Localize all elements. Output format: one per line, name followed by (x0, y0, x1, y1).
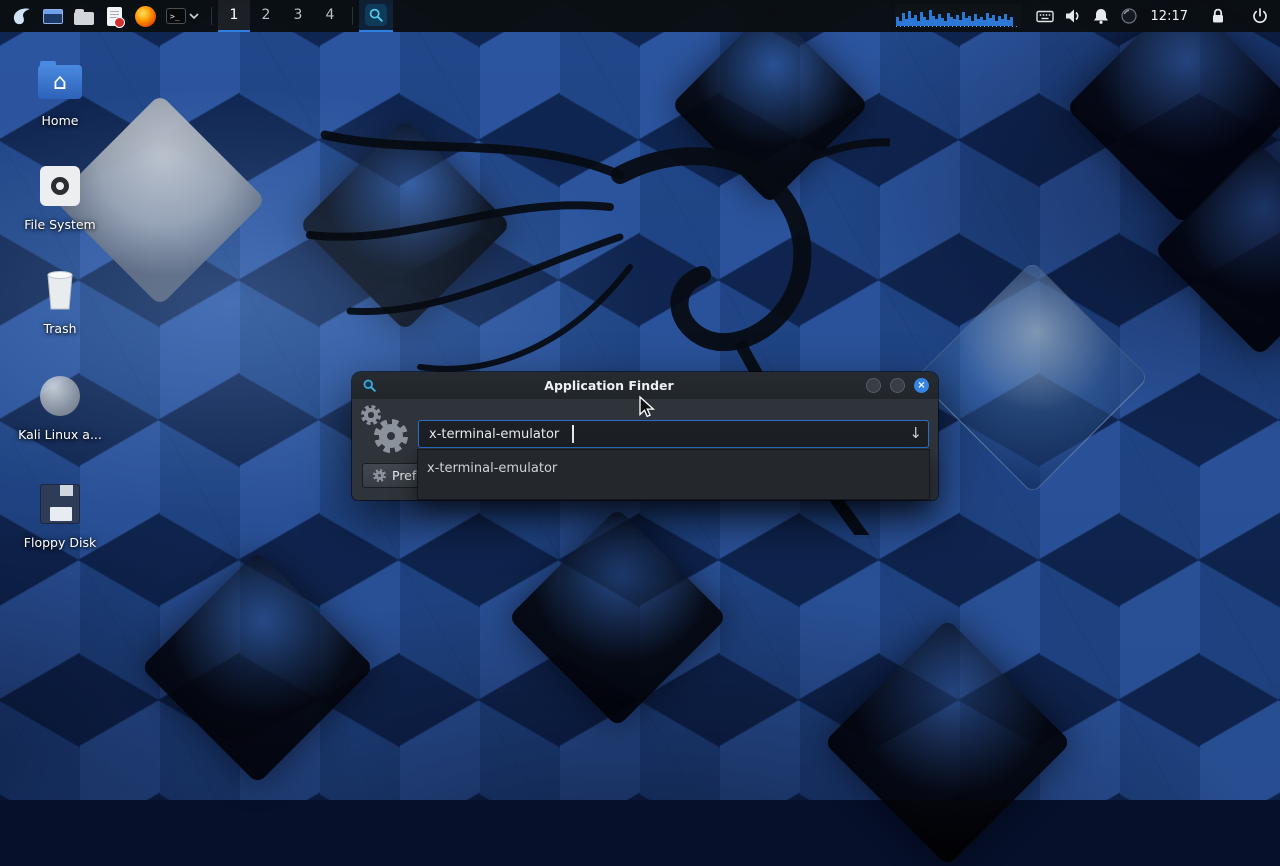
desktop-icon-label: Floppy Disk (12, 535, 108, 550)
terminal-launcher[interactable]: >_ (161, 0, 205, 32)
close-button[interactable]: × (914, 378, 929, 393)
gear-icon (373, 469, 386, 482)
app-finder-launcher[interactable] (359, 0, 393, 32)
search-icon (365, 4, 387, 26)
workspace-1[interactable]: 1 (218, 0, 250, 32)
status-circle-icon (1119, 6, 1139, 26)
finder-search-box: ↓ (418, 420, 929, 448)
file-system-icon (40, 166, 80, 206)
application-category-icon (360, 405, 412, 457)
trash-icon (40, 268, 80, 312)
top-panel: >_ 1 2 3 4 (0, 0, 1280, 32)
screen-lock-button[interactable] (1204, 0, 1232, 32)
workspace-4[interactable]: 4 (314, 0, 346, 32)
firefox-launcher[interactable] (130, 0, 161, 32)
desktop-icon-label: Kali Linux a... (12, 427, 108, 442)
minimize-button[interactable] (866, 378, 881, 393)
panel-clock[interactable]: 12:17 (1143, 9, 1196, 24)
application-finder-icon (362, 378, 377, 397)
notifications[interactable] (1087, 0, 1115, 32)
desktop-icon-home[interactable]: ⌂ Home (12, 56, 108, 128)
finder-search-input[interactable] (418, 420, 929, 448)
text-caret (572, 425, 574, 443)
desktop-icon-label: Trash (12, 321, 108, 336)
desktop-icon-label: File System (12, 217, 108, 232)
bell-icon (1091, 6, 1111, 26)
cpu-graph-widget[interactable] (895, 4, 1021, 28)
kali-menu-button[interactable] (6, 0, 37, 32)
lock-icon (1208, 6, 1228, 26)
kali-logo-icon (10, 4, 34, 28)
workspace-2[interactable]: 2 (250, 0, 282, 32)
mouse-cursor (634, 394, 658, 418)
gear-icon (374, 419, 408, 453)
status-indicator[interactable] (1115, 0, 1143, 32)
folder-icon (74, 12, 94, 25)
volume-control[interactable] (1059, 0, 1087, 32)
window-title: Application Finder (361, 378, 857, 393)
application-finder-window: Application Finder × ↓ Preferences x-ter… (352, 372, 938, 500)
home-folder-icon: ⌂ (38, 65, 82, 99)
kali-disc-icon (40, 376, 80, 416)
workspace-3[interactable]: 3 (282, 0, 314, 32)
panel-separator (211, 7, 212, 25)
window-icon (43, 9, 63, 24)
file-manager-launcher[interactable] (37, 0, 68, 32)
power-icon (1250, 6, 1270, 26)
keyboard-icon (1035, 6, 1055, 26)
terminal-icon: >_ (166, 8, 186, 24)
gear-icon (361, 405, 381, 425)
logout-button[interactable] (1246, 0, 1274, 32)
files-launcher[interactable] (68, 0, 99, 32)
desktop-icon-floppy-disk[interactable]: Floppy Disk (12, 478, 108, 550)
maximize-button[interactable] (890, 378, 905, 393)
desktop-icon-trash[interactable]: Trash (12, 264, 108, 336)
document-icon (107, 7, 122, 26)
completion-item[interactable]: x-terminal-emulator (418, 453, 929, 483)
house-glyph: ⌂ (53, 70, 67, 95)
keyboard-indicator[interactable] (1031, 0, 1059, 32)
firefox-icon (135, 6, 156, 27)
text-editor-launcher[interactable] (99, 0, 130, 32)
chevron-down-icon (188, 10, 200, 22)
dropdown-arrow-icon[interactable]: ↓ (909, 424, 922, 442)
panel-separator (352, 7, 353, 25)
speaker-icon (1063, 6, 1083, 26)
completion-popup: x-terminal-emulator (417, 449, 930, 500)
desktop-icon-kali-linux[interactable]: Kali Linux a... (12, 370, 108, 442)
desktop-icon-label: Home (12, 113, 108, 128)
floppy-disk-icon (40, 484, 80, 524)
terminal-prompt-glyph: >_ (170, 12, 180, 21)
desktop-icon-file-system[interactable]: File System (12, 160, 108, 232)
